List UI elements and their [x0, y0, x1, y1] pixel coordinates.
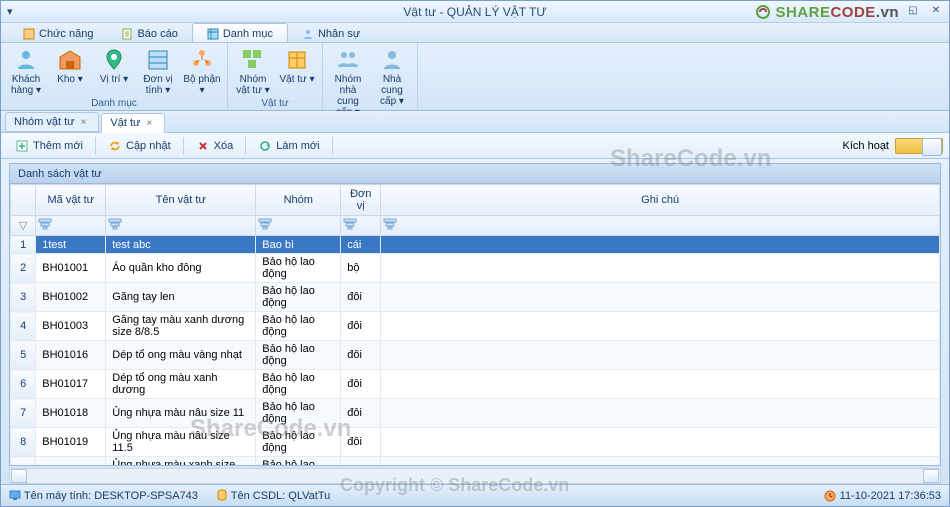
doc-tab-0[interactable]: Nhóm vật tư×	[5, 112, 99, 132]
delete-icon	[196, 139, 210, 153]
database-info: Tên CSDL: QLVatTu	[216, 489, 330, 502]
statusbar: Tên máy tính: DESKTOP-SPSA743 Tên CSDL: …	[1, 484, 949, 506]
menu-tab-0[interactable]: Chức năng	[9, 23, 107, 42]
filter-cell[interactable]	[256, 216, 341, 236]
column-header[interactable]: Mã vật tư	[36, 185, 106, 216]
ribbon-location[interactable]: Vị trí ▾	[93, 45, 135, 98]
reload-icon	[258, 139, 272, 153]
table-row[interactable]: 11testtest abcBao bìcái	[11, 236, 940, 254]
ribbon-warehouse[interactable]: Kho ▾	[49, 45, 91, 98]
panel-title: Danh sách vật tư	[9, 163, 941, 183]
menu-tab-3[interactable]: Nhân sự	[288, 23, 374, 42]
close-tab-icon[interactable]: ×	[146, 118, 152, 129]
filter-cell[interactable]	[381, 216, 940, 236]
filter-cell[interactable]	[341, 216, 381, 236]
toolbar: Thêm mới Cập nhật Xóa Làm mới Kích hoạt	[1, 133, 949, 159]
ribbon: Khách hàng ▾Kho ▾Vị trí ▾Đơn vị tính ▾Bộ…	[1, 43, 949, 111]
table-row[interactable]: 6BH01017Dép tổ ong màu xanh dươngBảo hộ …	[11, 370, 940, 399]
ribbon-department[interactable]: Bộ phận ▾	[181, 45, 223, 98]
data-grid[interactable]: Mã vật tưTên vật tưNhómĐơn vịGhi chú ▽ 1…	[9, 183, 941, 466]
activate-label: Kích hoạt	[843, 140, 889, 152]
add-button[interactable]: Thêm mới	[7, 137, 91, 155]
brand-watermark: SHARECODE.vn	[755, 4, 899, 21]
menu-tab-1[interactable]: Báo cáo	[107, 23, 191, 42]
table-row[interactable]: 7BH01018Ủng nhựa màu nâu size 11Bảo hộ l…	[11, 399, 940, 428]
filter-cell[interactable]: ▽	[11, 216, 36, 236]
filter-cell[interactable]	[106, 216, 256, 236]
close-button[interactable]: ✕	[925, 2, 947, 18]
menu-tabs: Chức năngBáo cáoDanh mụcNhân sự	[1, 23, 949, 43]
table-row[interactable]: 5BH01016Dép tổ ong màu vàng nhạtBảo hộ l…	[11, 341, 940, 370]
ribbon-customer[interactable]: Khách hàng ▾	[5, 45, 47, 98]
scroll-left-icon[interactable]	[11, 469, 27, 483]
filter-cell[interactable]	[36, 216, 106, 236]
horizontal-scrollbar[interactable]	[9, 468, 941, 484]
column-header[interactable]: Ghi chú	[381, 185, 940, 216]
ribbon-material-group[interactable]: Nhóm vật tư ▾	[232, 45, 274, 98]
ribbon-unit[interactable]: Đơn vị tính ▾	[137, 45, 179, 98]
close-tab-icon[interactable]: ×	[81, 117, 87, 128]
window-title: Vật tư - QUẢN LÝ VẬT TƯ	[403, 5, 546, 19]
update-button[interactable]: Cập nhật	[100, 137, 179, 155]
machine-info: Tên máy tính: DESKTOP-SPSA743	[9, 489, 198, 502]
activate-toggle[interactable]	[895, 138, 943, 154]
app-menu-icon[interactable]: ▾	[7, 5, 13, 18]
maximize-button[interactable]: ◱	[902, 2, 924, 18]
menu-tab-2[interactable]: Danh mục	[192, 23, 288, 42]
table-row[interactable]: 8BH01019Ủng nhựa màu nâu size 11.5Bảo hộ…	[11, 428, 940, 457]
column-header[interactable]	[11, 185, 36, 216]
doc-tab-1[interactable]: Vật tư×	[101, 113, 165, 133]
column-header[interactable]: Đơn vị	[341, 185, 381, 216]
ribbon-material[interactable]: Vật tư ▾	[276, 45, 318, 98]
table-row[interactable]: 3BH01002Găng tay lenBảo hộ lao độngđôi	[11, 283, 940, 312]
refresh-icon	[108, 139, 122, 153]
table-row[interactable]: 9BH01020Ủng nhựa màu xanh size 10.5Bảo h…	[11, 457, 940, 467]
table-row[interactable]: 2BH01001Áo quần kho đôngBảo hộ lao độngb…	[11, 254, 940, 283]
minimize-button[interactable]: ─	[879, 2, 901, 18]
column-header[interactable]: Tên vật tư	[106, 185, 256, 216]
datetime: 11-10-2021 17:36:53	[840, 490, 941, 502]
document-tabs: Nhóm vật tư×Vật tư×	[1, 111, 949, 133]
delete-button[interactable]: Xóa	[188, 137, 242, 155]
clock-icon	[824, 490, 836, 502]
scroll-right-icon[interactable]	[923, 469, 939, 483]
titlebar: ▾ Vật tư - QUẢN LÝ VẬT TƯ SHARECODE.vn ─…	[1, 1, 949, 23]
ribbon-supplier-group[interactable]: Nhóm nhà cung cấp ▾	[327, 45, 369, 118]
table-row[interactable]: 4BH01003Găng tay màu xanh dương size 8/8…	[11, 312, 940, 341]
column-header[interactable]: Nhóm	[256, 185, 341, 216]
refresh-button[interactable]: Làm mới	[250, 137, 327, 155]
add-icon	[15, 139, 29, 153]
ribbon-supplier[interactable]: Nhà cung cấp ▾	[371, 45, 413, 118]
